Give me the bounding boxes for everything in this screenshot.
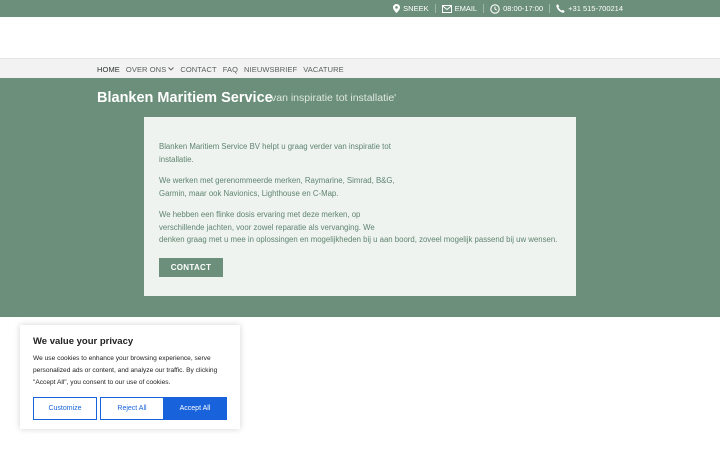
nav-item-nieuwsbrief[interactable]: NIEUWSBRIEF (244, 65, 297, 74)
accept-all-button[interactable]: Accept All (163, 397, 227, 420)
map-pin-icon (393, 4, 401, 13)
phone-label: +31 515-700214 (568, 4, 623, 13)
nav-item-over-ons[interactable]: OVER ONS (125, 64, 175, 74)
location-link[interactable]: SNEEK (393, 4, 429, 13)
cookie-title: We value your privacy (33, 336, 134, 347)
envelope-icon (441, 4, 452, 13)
nav-item-contact[interactable]: CONTACT (180, 65, 216, 74)
intro-paragraph: Blanken Maritiem Service BV helpt u graa… (159, 142, 391, 164)
nav-item-home[interactable]: HOME (97, 65, 120, 74)
customize-button[interactable]: Customize (33, 397, 97, 420)
clock-icon (490, 3, 500, 14)
nav-item-over-ons-label: OVER ONS (125, 64, 167, 74)
cookie-description: We use cookies to enhance your browsing … (33, 355, 218, 386)
contact-button[interactable]: CONTACT (159, 258, 223, 277)
site-title: Blanken Maritiem Service (97, 90, 273, 106)
opening-hours: 08:00-17:00 (490, 3, 544, 14)
tagline: 'van inspiratie tot installatie' (269, 92, 397, 104)
top-bar-contact-info: SNEEK EMAIL 08:00-17:00 +31 515-700214 (393, 0, 623, 17)
hero-section: Blanken Maritiem Service 'van inspiratie… (0, 78, 720, 317)
cookie-consent-banner: We value your privacy We use cookies to … (20, 325, 240, 429)
divider (434, 4, 436, 13)
nav-item-vacature[interactable]: VACATURE (303, 65, 344, 74)
experience-line-1: We hebben een flinke dosis ervaring met … (159, 210, 361, 219)
experience-line-3: denken graag met u mee in oplossingen en… (159, 235, 558, 244)
location-label: SNEEK (403, 4, 429, 13)
email-label: EMAIL (454, 4, 478, 13)
email-link[interactable]: EMAIL (441, 4, 478, 13)
hours-label: 08:00-17:00 (503, 4, 544, 13)
main-navigation: HOME OVER ONS CONTACT FAQ NIEUWSBRIEF VA… (0, 58, 720, 78)
phone-link[interactable]: +31 515-700214 (556, 4, 623, 13)
experience-line-2: verschillende jachten, voor zowel repara… (159, 222, 375, 232)
nav-item-faq[interactable]: FAQ (223, 65, 238, 74)
top-bar: SNEEK EMAIL 08:00-17:00 +31 515-700214 (0, 0, 720, 17)
brands-paragraph: We werken met gerenommeerde merken, Raym… (159, 176, 395, 198)
experience-paragraph: We hebben een flinke dosis ervaring met … (159, 209, 569, 247)
reject-all-button[interactable]: Reject All (100, 397, 164, 420)
chevron-down-icon (168, 67, 175, 71)
divider (549, 4, 551, 13)
intro-card: Blanken Maritiem Service BV helpt u graa… (144, 117, 576, 296)
nav-menu: HOME OVER ONS CONTACT FAQ NIEUWSBRIEF VA… (97, 59, 350, 79)
divider (483, 4, 485, 13)
phone-icon (556, 4, 565, 13)
